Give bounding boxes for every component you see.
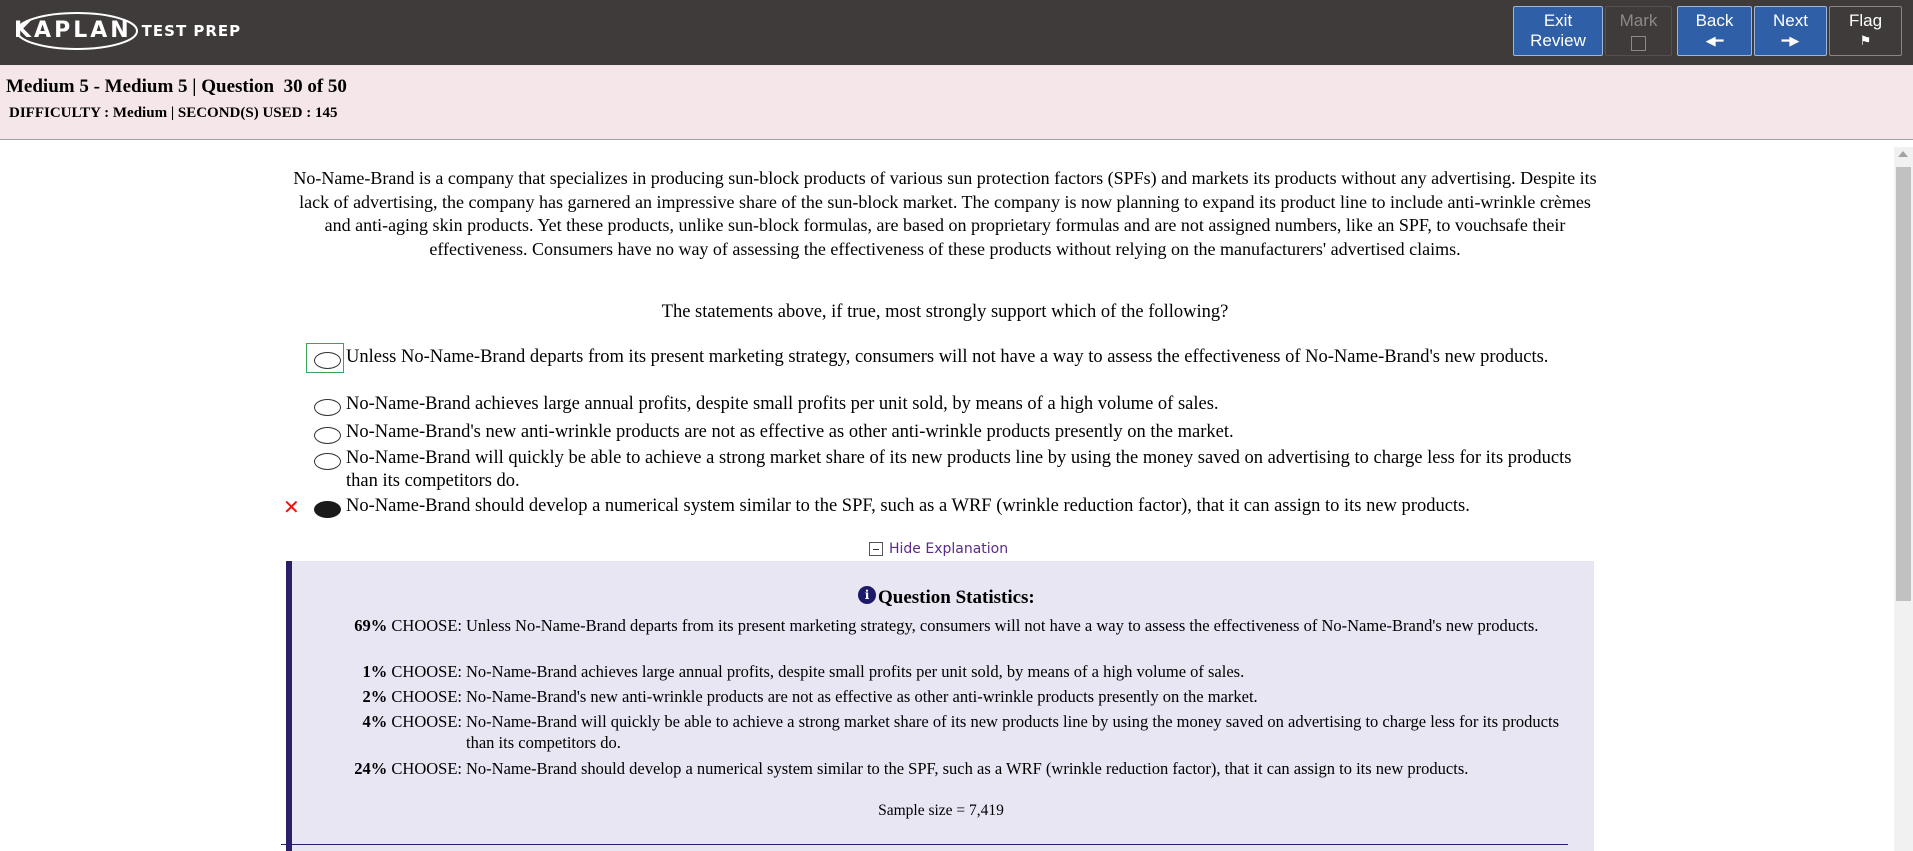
incorrect-x-icon: ✕ (283, 495, 300, 519)
stat-row: 69% CHOOSE: Unless No-Name-Brand departs… (292, 615, 1592, 636)
choose-label: CHOOSE: (391, 616, 462, 635)
stat-text: No-Name-Brand should develop a numerical… (466, 759, 1469, 778)
divider (281, 844, 1568, 845)
review-label: Review (1530, 31, 1586, 50)
radio-wrapper[interactable] (306, 495, 346, 518)
stats-title: i Question Statistics: (858, 586, 1035, 609)
radio-button[interactable] (314, 453, 341, 470)
vertical-scrollbar[interactable] (1894, 147, 1913, 851)
stat-percent-value: 69% (354, 616, 388, 635)
question-header: Medium 5 - Medium 5 | Question 30 of 50 … (0, 65, 1913, 140)
radio-wrapper[interactable] (306, 421, 346, 444)
choose-label: CHOOSE: (391, 759, 462, 778)
choice-text: No-Name-Brand will quickly be able to ac… (346, 448, 1572, 491)
stat-text: No-Name-Brand achieves large annual prof… (466, 662, 1245, 681)
exit-review-button[interactable]: Exit Review (1513, 6, 1603, 56)
radio-button-selected[interactable] (314, 501, 341, 518)
back-label: Back (1695, 11, 1734, 30)
collapse-icon[interactable] (869, 542, 883, 556)
radio-wrapper[interactable] (306, 447, 346, 470)
stat-text: No-Name-Brand will quickly be able to ac… (466, 712, 1559, 752)
answer-choice[interactable]: No-Name-Brand should develop a numerical… (306, 495, 1606, 518)
hide-explanation-label[interactable]: Hide Explanation (889, 541, 1008, 557)
sample-size: Sample size = 7,419 (878, 802, 1004, 819)
choose-label: CHOOSE: (391, 687, 462, 706)
stat-percent-value: 2% (362, 687, 388, 706)
choice-text: No-Name-Brand's new anti-wrinkle product… (346, 422, 1234, 442)
stat-percent: 2% CHOOSE: (292, 686, 466, 707)
stat-row: 1% CHOOSE: No-Name-Brand achieves large … (292, 661, 1592, 682)
logo-wordmark: KAPLAN (14, 17, 132, 43)
choose-label: CHOOSE: (391, 662, 462, 681)
stat-percent: 24% CHOOSE: (292, 758, 466, 779)
info-icon: i (858, 586, 876, 604)
top-toolbar: KAPLAN TEST PREP Exit Review Mark Back ◀… (0, 0, 1913, 65)
stat-percent: 4% CHOOSE: (292, 711, 466, 753)
choice-text: No-Name-Brand should develop a numerical… (346, 496, 1470, 516)
scroll-thumb[interactable] (1896, 167, 1911, 601)
logo-subtitle: TEST PREP (141, 22, 242, 40)
radio-wrapper[interactable] (306, 393, 346, 416)
question-meta: DIFFICULTY : Medium | SECOND(S) USED : 1… (9, 105, 338, 121)
choice-text: No-Name-Brand achieves large annual prof… (346, 394, 1219, 414)
mark-label: Mark (1619, 11, 1658, 30)
choose-label: CHOOSE: (391, 712, 462, 731)
hide-explanation-toggle[interactable]: Hide Explanation (869, 541, 1008, 557)
choice-text: Unless No-Name-Brand departs from its pr… (346, 347, 1549, 367)
stat-row: 24% CHOOSE: No-Name-Brand should develop… (292, 758, 1592, 779)
radio-button[interactable] (314, 399, 341, 416)
stat-row: 4% CHOOSE: No-Name-Brand will quickly be… (292, 711, 1592, 753)
radio-wrapper[interactable] (306, 343, 346, 373)
flag-button[interactable]: Flag ⚑ (1829, 6, 1902, 56)
stat-percent: 69% CHOOSE: (292, 615, 466, 636)
answer-choice[interactable]: No-Name-Brand's new anti-wrinkle product… (306, 421, 1606, 444)
back-button[interactable]: Back ◀━ (1677, 6, 1752, 56)
kaplan-logo: KAPLAN TEST PREP (14, 10, 241, 50)
stat-percent-value: 1% (362, 662, 388, 681)
explanation-panel: i Question Statistics: 69% CHOOSE: Unles… (286, 561, 1594, 851)
next-label: Next (1773, 11, 1808, 30)
scroll-up-icon[interactable] (1898, 151, 1908, 157)
mark-button[interactable]: Mark (1605, 6, 1672, 56)
exit-label: Exit (1543, 11, 1573, 30)
answer-choice[interactable]: Unless No-Name-Brand departs from its pr… (306, 343, 1606, 373)
next-arrow-icon: ━▶ (1781, 33, 1800, 48)
radio-button[interactable] (314, 352, 341, 369)
stat-row: 2% CHOOSE: No-Name-Brand's new anti-wrin… (292, 686, 1592, 707)
answer-choice[interactable]: No-Name-Brand will quickly be able to ac… (306, 447, 1606, 493)
stats-title-text: Question Statistics: (878, 587, 1035, 608)
flag-icon: ⚑ (1859, 33, 1872, 48)
mark-checkbox[interactable] (1631, 36, 1646, 51)
question-stem: The statements above, if true, most stro… (661, 302, 1229, 322)
stat-text: Unless No-Name-Brand departs from its pr… (466, 616, 1539, 635)
stat-text: No-Name-Brand's new anti-wrinkle product… (466, 687, 1258, 706)
question-passage: No-Name-Brand is a company that speciali… (293, 168, 1597, 259)
stat-percent: 1% CHOOSE: (292, 661, 466, 682)
back-arrow-icon: ◀━ (1705, 33, 1724, 48)
stat-percent-value: 24% (354, 759, 388, 778)
flag-label: Flag (1848, 11, 1883, 30)
question-title: Medium 5 - Medium 5 | Question 30 of 50 (6, 76, 347, 97)
next-button[interactable]: Next ━▶ (1754, 6, 1827, 56)
stat-percent-value: 4% (362, 712, 388, 731)
radio-button[interactable] (314, 427, 341, 444)
answer-choice[interactable]: No-Name-Brand achieves large annual prof… (306, 393, 1606, 416)
